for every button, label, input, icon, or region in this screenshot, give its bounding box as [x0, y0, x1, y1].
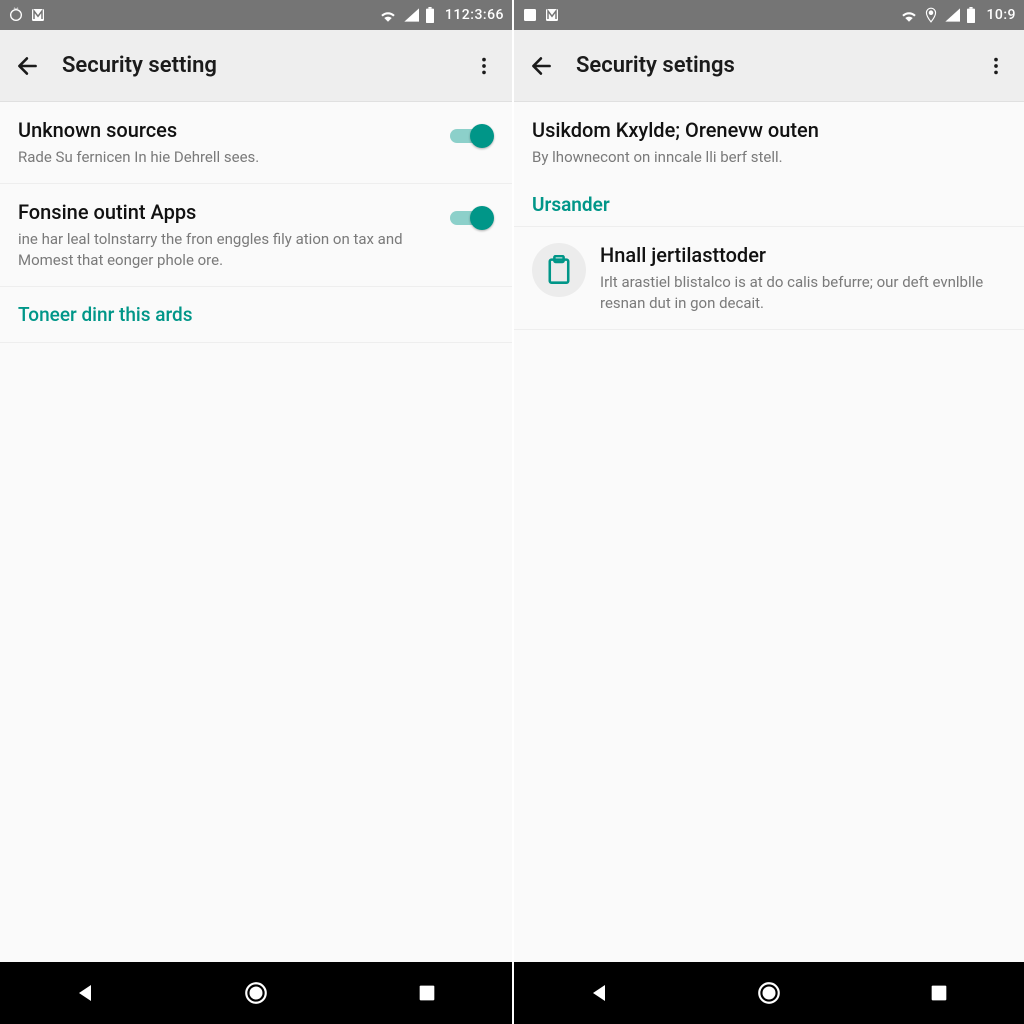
- loop-icon: [8, 7, 24, 23]
- overflow-menu-button[interactable]: [468, 50, 500, 82]
- nav-back-button[interactable]: [65, 973, 105, 1013]
- setting-row-header[interactable]: Usikdom Kxylde; Orenevw outen By lhownec…: [514, 102, 1024, 179]
- location-icon: [924, 7, 938, 23]
- phone-left: 112:3:66 Security setting Unknown source…: [0, 0, 512, 1024]
- app-bar: Security setings: [514, 30, 1024, 102]
- m-box-icon: [30, 7, 46, 23]
- status-bar: 112:3:66: [0, 0, 512, 30]
- nav-home-button[interactable]: [749, 973, 789, 1013]
- toggle-fonsine-apps[interactable]: [450, 206, 494, 230]
- section-header-ursander: Ursander: [514, 179, 1024, 227]
- setting-row-fonsine-apps[interactable]: Fonsine outint Apps ine har leal tolnsta…: [0, 184, 512, 287]
- back-button[interactable]: [12, 50, 44, 82]
- setting-title: Fonsine outint Apps: [18, 200, 436, 225]
- nav-recent-button[interactable]: [919, 973, 959, 1013]
- setting-subtitle: Rade Su fernicen In hie Dehrell sees.: [18, 147, 436, 167]
- setting-row-hnall[interactable]: Hnall jertilasttoder Irlt arastiel blist…: [514, 227, 1024, 330]
- sim-box-icon: [522, 7, 538, 23]
- page-title: Security setings: [576, 53, 962, 78]
- back-button[interactable]: [526, 50, 558, 82]
- wifi-icon: [900, 8, 918, 22]
- app-bar: Security setting: [0, 30, 512, 102]
- setting-title: Hnall jertilasttoder: [600, 243, 1006, 268]
- signal-icon: [403, 8, 419, 22]
- battery-icon: [425, 7, 435, 23]
- setting-subtitle: ine har leal tolnstarry the fron enggles…: [18, 229, 436, 270]
- m-box-icon: [544, 7, 560, 23]
- setting-subtitle: By lhownecont on inncale lli berf stell.: [532, 147, 1006, 167]
- section-header-label: Ursander: [532, 193, 610, 216]
- section-link-toneer[interactable]: Toneer dinr this ards: [0, 287, 512, 343]
- overflow-menu-button[interactable]: [980, 50, 1012, 82]
- settings-list: Usikdom Kxylde; Orenevw outen By lhownec…: [514, 102, 1024, 962]
- section-link-label: Toneer dinr this ards: [18, 303, 193, 326]
- nav-bar: [0, 962, 512, 1024]
- nav-home-button[interactable]: [236, 973, 276, 1013]
- setting-title: Usikdom Kxylde; Orenevw outen: [532, 118, 1006, 143]
- status-time: 112:3:66: [445, 7, 504, 23]
- clipboard-icon: [532, 243, 586, 297]
- wifi-icon: [379, 8, 397, 22]
- battery-icon: [966, 7, 976, 23]
- nav-bar: [514, 962, 1024, 1024]
- setting-subtitle: Irlt arastiel blistalco is at do calis b…: [600, 272, 1006, 313]
- nav-back-button[interactable]: [579, 973, 619, 1013]
- status-bar: 10:9: [514, 0, 1024, 30]
- settings-list: Unknown sources Rade Su fernicen In hie …: [0, 102, 512, 962]
- toggle-unknown-sources[interactable]: [450, 124, 494, 148]
- setting-title: Unknown sources: [18, 118, 436, 143]
- page-title: Security setting: [62, 53, 450, 78]
- setting-row-unknown-sources[interactable]: Unknown sources Rade Su fernicen In hie …: [0, 102, 512, 184]
- status-time: 10:9: [986, 7, 1016, 23]
- signal-icon: [944, 8, 960, 22]
- phone-right: 10:9 Security setings Usikdom Kxylde; Or…: [512, 0, 1024, 1024]
- nav-recent-button[interactable]: [407, 973, 447, 1013]
